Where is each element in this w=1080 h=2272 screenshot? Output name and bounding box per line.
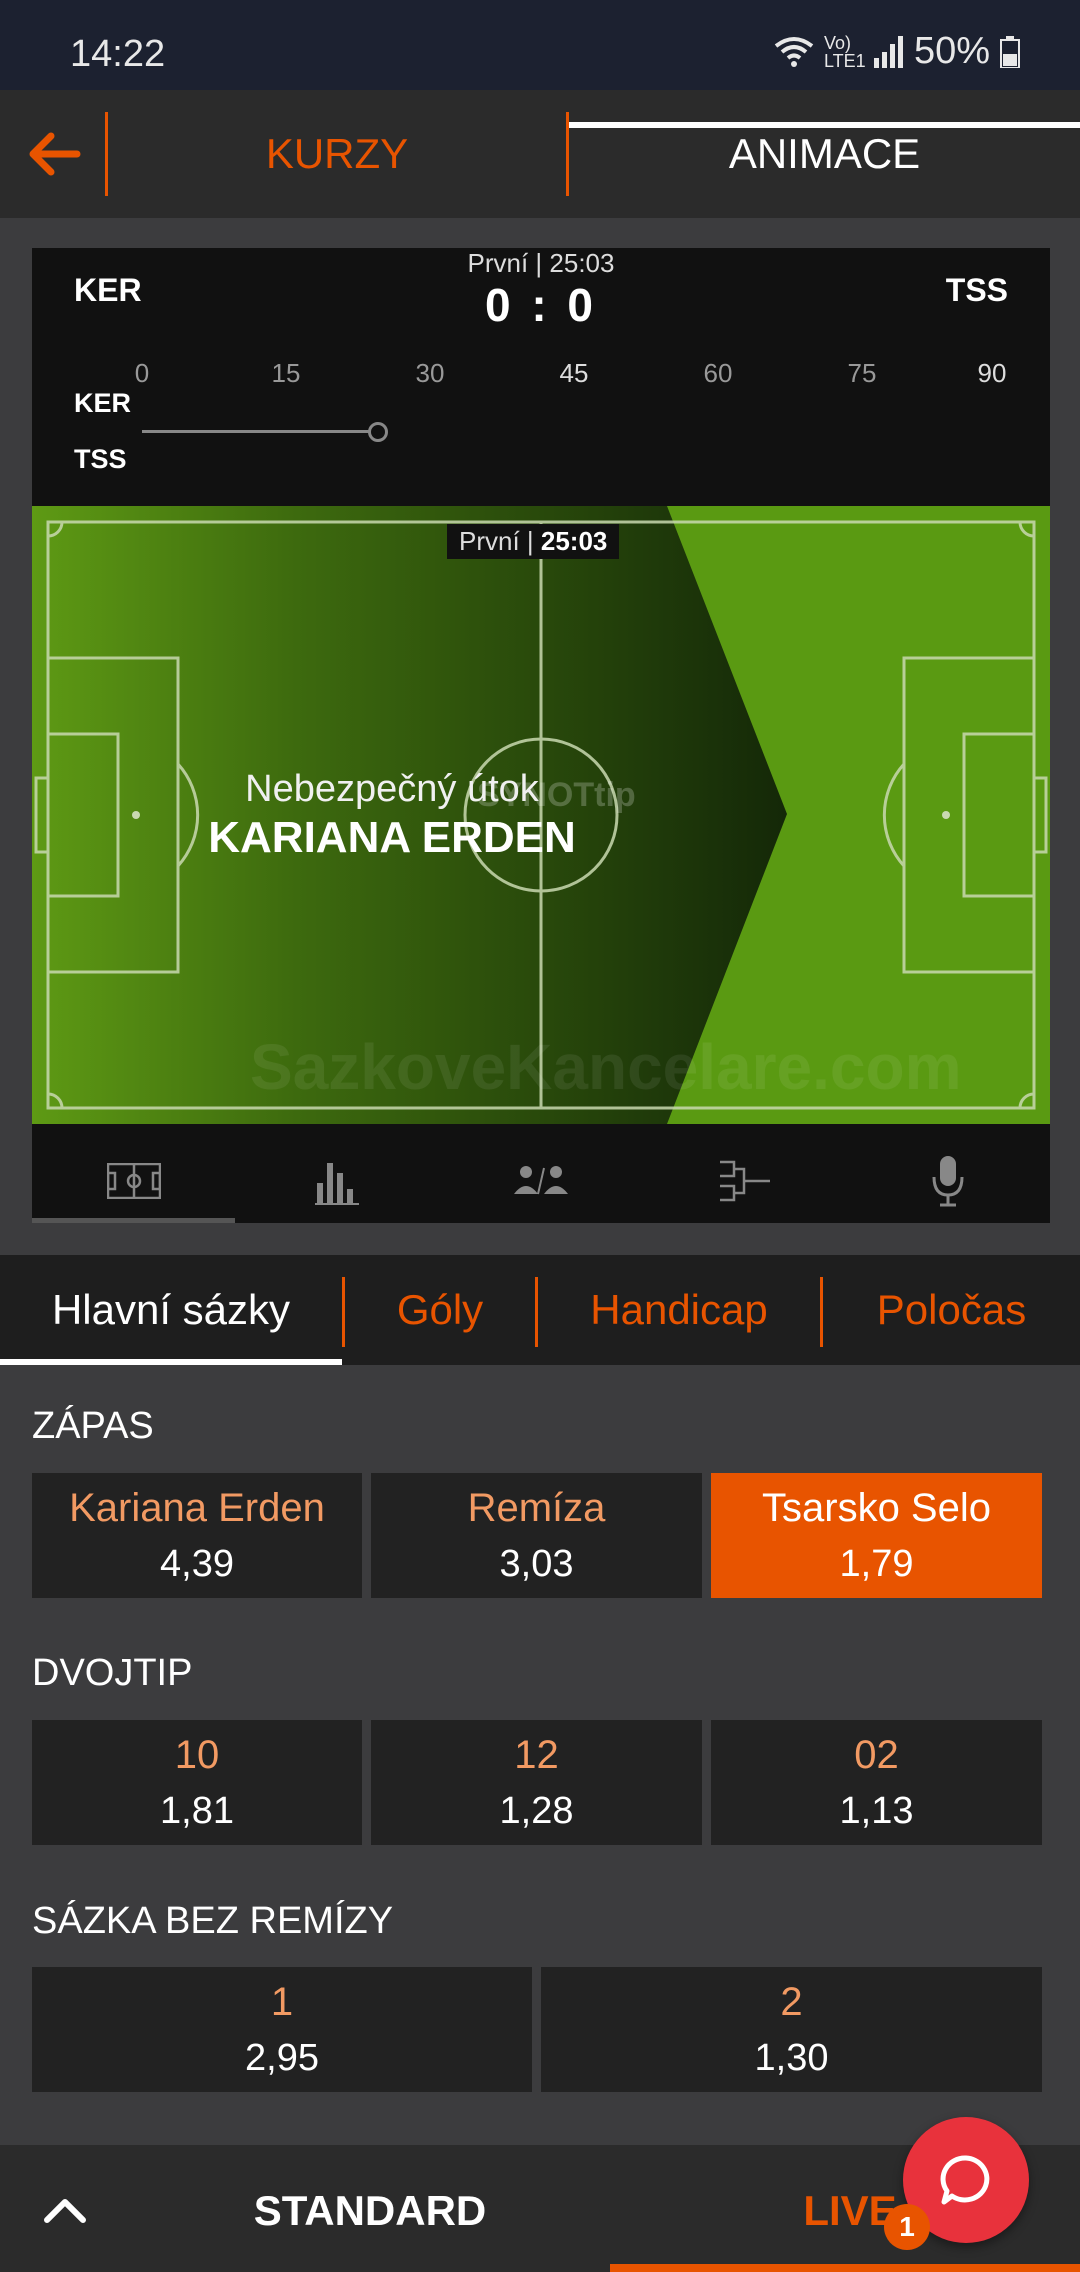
arrow-left-icon bbox=[29, 132, 80, 176]
odds-label: 02 bbox=[854, 1732, 899, 1777]
odds-value: 4,39 bbox=[160, 1542, 234, 1585]
stats-bars-icon bbox=[315, 1162, 360, 1205]
chat-badge: 1 bbox=[884, 2204, 930, 2250]
odds-label: 10 bbox=[174, 1732, 220, 1777]
period-time: První | 25:03 bbox=[467, 248, 615, 278]
status-icons: Vo) LTE1 50% bbox=[774, 30, 1020, 73]
pitch-badge-time: 25:03 bbox=[540, 526, 608, 556]
odds-button[interactable]: Remíza 3,03 bbox=[371, 1473, 702, 1598]
tab-goly[interactable]: Góly bbox=[345, 1255, 535, 1365]
section-title-bez-remizy: SÁZKA BEZ REMÍZY bbox=[32, 1900, 394, 1942]
microphone-icon bbox=[932, 1155, 964, 1206]
odds-label: Tsarsko Selo bbox=[762, 1485, 991, 1530]
watermark: SazkoveKancelare.com bbox=[250, 1030, 962, 1104]
timeline-tick: 75 bbox=[847, 358, 877, 388]
odds-value: 2,95 bbox=[245, 2036, 319, 2079]
live-tab-underline bbox=[610, 2264, 1080, 2272]
odds-button-selected[interactable]: Tsarsko Selo 1,79 bbox=[711, 1473, 1042, 1598]
tracker-tab-underline bbox=[32, 1218, 235, 1223]
tracker-tab-bracket[interactable] bbox=[643, 1138, 847, 1223]
odds-value: 1,30 bbox=[754, 2036, 829, 2079]
timeline-tick: 15 bbox=[271, 358, 301, 388]
back-button[interactable] bbox=[0, 90, 105, 218]
odds-value: 1,28 bbox=[499, 1789, 574, 1832]
tracker-tab-lineups[interactable] bbox=[439, 1138, 643, 1223]
timeline-away-label: TSS bbox=[74, 444, 127, 474]
odds-button[interactable]: 2 1,30 bbox=[541, 1967, 1042, 2092]
timeline-home-label: KER bbox=[74, 388, 132, 418]
pitch-badge-period: První bbox=[459, 526, 520, 556]
pitch-time-badge: První | 25:03 bbox=[447, 524, 620, 559]
odds-value: 1,79 bbox=[839, 1542, 914, 1585]
tab-kurzy[interactable]: KURZY bbox=[108, 90, 566, 218]
wifi-icon bbox=[774, 36, 814, 67]
odds-button[interactable]: 02 1,13 bbox=[711, 1720, 1042, 1845]
tab-polocas[interactable]: Poločas bbox=[823, 1255, 1080, 1365]
market-tab-underline bbox=[0, 1359, 342, 1365]
section-title-dvojtip: DVOJTIP bbox=[32, 1652, 193, 1694]
tracker-tabs bbox=[32, 1138, 1050, 1223]
odds-label: Remíza bbox=[467, 1485, 606, 1530]
timeline-tick: 90 bbox=[977, 358, 1007, 388]
odds-button[interactable]: 1 2,95 bbox=[32, 1967, 532, 2092]
timeline-tick: 30 bbox=[415, 358, 445, 388]
network-type: Vo) LTE1 bbox=[823, 32, 866, 71]
top-nav: KURZY ANIMACE bbox=[0, 90, 1080, 218]
odds-label: 2 bbox=[780, 1979, 803, 2024]
odds-button[interactable]: 12 1,28 bbox=[371, 1720, 702, 1845]
signal-icon bbox=[873, 35, 903, 68]
chevron-up-icon bbox=[44, 2199, 86, 2223]
tab-animace[interactable]: ANIMACE bbox=[569, 90, 1080, 218]
market-tabs: Hlavní sázky Góly Handicap Poločas bbox=[0, 1255, 1080, 1365]
status-time: 14:22 bbox=[70, 33, 166, 75]
timeline-tick: 0 bbox=[134, 358, 150, 388]
standard-tab[interactable]: STANDARD bbox=[180, 2187, 560, 2235]
event-title: Nebezpečný útok bbox=[245, 768, 539, 810]
away-team-abbr: TSS bbox=[945, 272, 1008, 308]
battery-icon bbox=[1000, 35, 1020, 68]
timeline-tick: 45 bbox=[559, 358, 589, 388]
event-team: KARIANA ERDEN bbox=[208, 813, 576, 862]
odds-button[interactable]: 10 1,81 bbox=[32, 1720, 362, 1845]
status-bar: 14:22 Vo) LTE1 50% bbox=[0, 0, 1080, 90]
timeline-progress-line bbox=[142, 430, 379, 433]
odds-value: 1,81 bbox=[160, 1789, 234, 1832]
expand-button[interactable] bbox=[30, 2185, 100, 2235]
odds-value: 1,13 bbox=[839, 1789, 914, 1832]
tab-handicap[interactable]: Handicap bbox=[538, 1255, 820, 1365]
tracker-tab-pitch[interactable] bbox=[32, 1138, 236, 1223]
odds-button[interactable]: Kariana Erden 4,39 bbox=[32, 1473, 362, 1598]
tracker-tab-commentary[interactable] bbox=[846, 1138, 1050, 1223]
pitch-icon bbox=[106, 1162, 161, 1199]
watermark-text: SazkoveKancelare.com bbox=[250, 1031, 962, 1103]
timeline-progress-dot bbox=[368, 422, 389, 442]
active-tab-underline bbox=[569, 122, 1080, 128]
tracker-tab-stats[interactable] bbox=[236, 1138, 440, 1223]
odds-label: 12 bbox=[514, 1732, 559, 1777]
score: 0 : 0 bbox=[484, 279, 598, 331]
tab-hlavni-sazky[interactable]: Hlavní sázky bbox=[0, 1255, 342, 1365]
odds-label: 1 bbox=[270, 1979, 294, 2024]
section-title-zapas: ZÁPAS bbox=[32, 1405, 154, 1447]
odds-value: 3,03 bbox=[499, 1542, 574, 1585]
players-icon bbox=[513, 1165, 568, 1194]
odds-label: Kariana Erden bbox=[69, 1485, 325, 1530]
bracket-icon bbox=[719, 1160, 770, 1201]
chat-bubble-icon bbox=[940, 2155, 990, 2205]
battery-percent: 50% bbox=[913, 30, 990, 72]
timeline-tick: 60 bbox=[703, 358, 733, 388]
